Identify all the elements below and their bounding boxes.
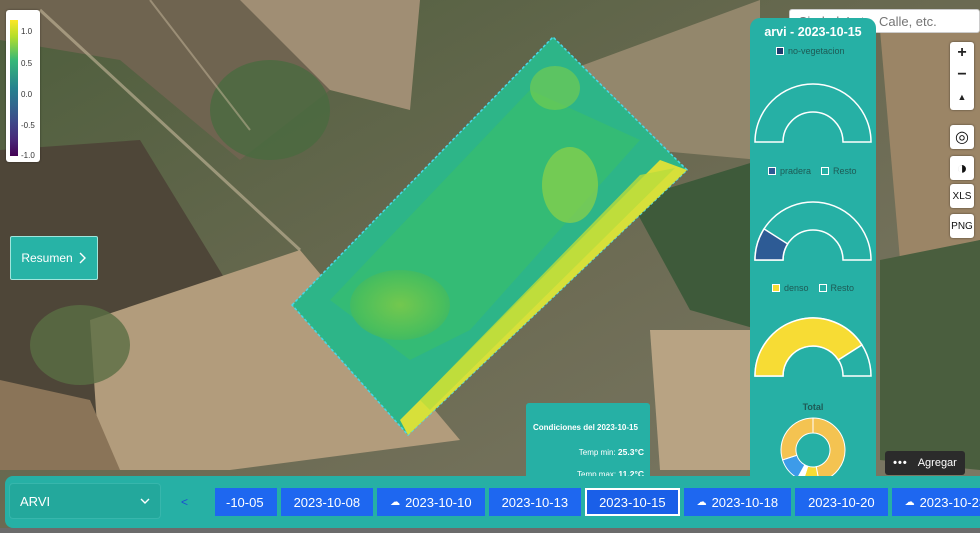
legend-swatch xyxy=(768,167,776,175)
cloud-icon: ☁ xyxy=(696,496,707,508)
legend-label: no-vegetacion xyxy=(788,46,845,56)
date-strip: -10-05 2023-10-08 ☁ 2023-10-10 2023-10-13 202… xyxy=(215,488,980,518)
more-dots-icon: ••• xyxy=(893,457,908,469)
chevron-down-icon xyxy=(140,498,150,504)
date-button[interactable]: -10-05 xyxy=(215,488,277,516)
cloud-icon: ☁ xyxy=(904,496,915,508)
date-toolbar: ARVI < -10-05 2023-10-08 ☁ 2023-10-10 2023-1… xyxy=(5,476,980,528)
cloud-icon: ☁ xyxy=(390,496,401,508)
donut-slice xyxy=(780,417,814,461)
gauge-chart-denso xyxy=(754,317,872,377)
legend-tick: 0.0 xyxy=(21,90,33,99)
date-button[interactable]: 2023-10-20 xyxy=(795,488,888,516)
legend-label: Resto xyxy=(830,283,855,293)
conditions-row: Temp min: 25.3°C xyxy=(579,447,644,457)
temp-min-value: 25.3°C xyxy=(617,447,644,457)
legend-tick: 0.5 xyxy=(21,59,33,68)
previous-dates-button[interactable]: < xyxy=(181,495,188,509)
chart2-legend: pradera Resto xyxy=(768,166,857,176)
legend-tick: 1.0 xyxy=(21,27,33,36)
legend-label: Resto xyxy=(833,166,857,176)
legend-swatch xyxy=(772,284,780,292)
date-label: 2023-10-10 xyxy=(405,494,472,510)
panel-title: arvi - 2023-10-15 xyxy=(764,25,862,39)
gauge-remainder-arc xyxy=(754,83,872,143)
legend-swatch xyxy=(818,284,827,292)
resumen-button[interactable]: Resumen xyxy=(10,236,98,280)
png-export-button[interactable]: PNG xyxy=(950,214,974,238)
date-button[interactable]: 2023-10-08 xyxy=(280,488,374,516)
donut-slice xyxy=(812,417,846,480)
total-label: Total xyxy=(802,402,824,412)
date-label: 2023-10-20 xyxy=(808,494,875,510)
index-select-value: ARVI xyxy=(20,493,51,509)
date-label: 2023-10-18 xyxy=(711,494,779,510)
conditions-title: Condiciones del 2023-10-15 xyxy=(533,423,638,432)
date-label: -10-05 xyxy=(226,494,264,510)
date-button[interactable]: ☁ 2023-10-23 xyxy=(891,488,980,516)
color-scale-legend: 1.0 0.5 0.0 -0.5 -1.0 xyxy=(6,10,40,162)
zoom-control: + − ▲ xyxy=(950,42,974,110)
bottom-edge xyxy=(0,528,980,533)
date-button[interactable]: 2023-10-13 xyxy=(488,488,582,516)
zoom-out-button[interactable]: − xyxy=(950,64,974,86)
gauge-chart-novegetacion xyxy=(754,83,872,143)
north-arrow-button[interactable]: ▲ xyxy=(950,86,974,108)
locate-button[interactable]: ◎ xyxy=(950,125,974,149)
legend-swatch xyxy=(821,167,830,175)
resumen-label: Resumen xyxy=(21,251,73,265)
donut-chart-total xyxy=(780,417,846,480)
legend-label: denso xyxy=(784,283,809,293)
date-button[interactable]: ☁ 2023-10-18 xyxy=(683,488,792,516)
date-label: 2023-10-15 xyxy=(599,494,666,510)
legend-label: pradera xyxy=(780,166,812,176)
chart3-legend: denso Resto xyxy=(772,283,854,293)
locate-icon: ◎ xyxy=(955,129,969,146)
index-select[interactable]: ARVI xyxy=(10,484,160,518)
contrast-button[interactable]: ◑ xyxy=(950,156,974,180)
color-scale-bar xyxy=(10,20,18,156)
gauge-chart-pradera xyxy=(754,201,872,261)
legend-tick: -0.5 xyxy=(21,121,35,130)
temp-min-label: Temp min: xyxy=(578,448,616,457)
chevron-right-icon xyxy=(79,252,86,264)
contrast-icon: ◑ xyxy=(956,157,968,178)
date-button[interactable]: 2023-10-15 xyxy=(585,488,680,516)
stats-panel: arvi - 2023-10-15 no-vegetacion pradera … xyxy=(750,18,876,480)
chart1-legend: no-vegetacion xyxy=(776,46,845,56)
date-label: 2023-10-23 xyxy=(919,494,980,510)
date-label: 2023-10-08 xyxy=(293,494,361,510)
agregar-button[interactable]: ••• Agregar xyxy=(885,451,965,475)
xls-export-button[interactable]: XLS xyxy=(950,184,974,208)
legend-swatch xyxy=(776,47,784,55)
conditions-panel: Condiciones del 2023-10-15 Temp min: 25.… xyxy=(526,403,650,483)
zoom-in-button[interactable]: + xyxy=(950,42,974,64)
legend-tick: -1.0 xyxy=(21,151,35,160)
agregar-label: Agregar xyxy=(917,457,957,469)
date-label: 2023-10-13 xyxy=(501,494,569,510)
date-button[interactable]: ☁ 2023-10-10 xyxy=(377,488,485,516)
